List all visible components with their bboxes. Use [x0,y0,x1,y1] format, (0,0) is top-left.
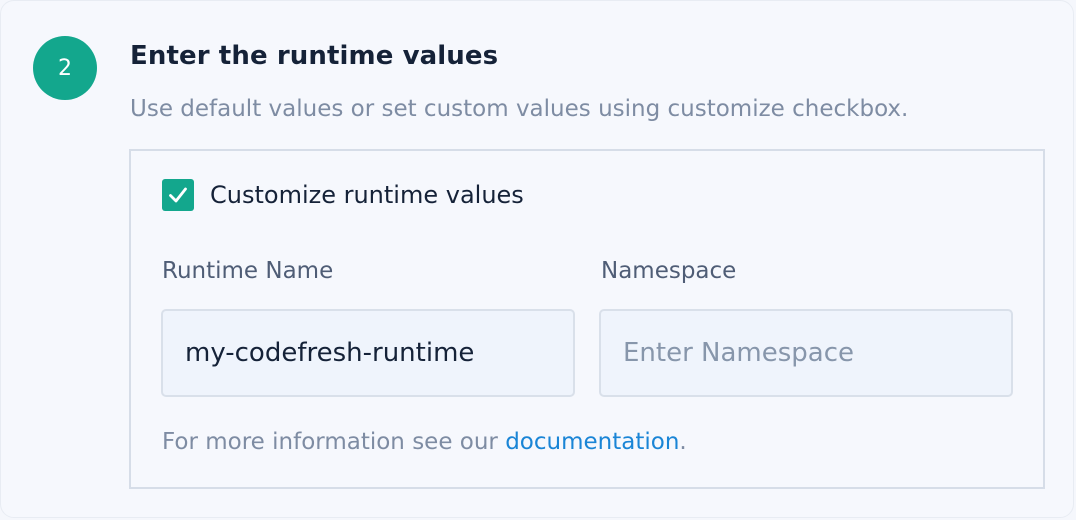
help-text: For more information see our documentati… [162,429,687,455]
documentation-link[interactable]: documentation [505,429,679,455]
namespace-input[interactable] [599,309,1013,397]
step-subtitle: Use default values or set custom values … [130,96,909,122]
check-icon [169,187,187,203]
runtime-values-step-card: 2 Enter the runtime values Use default v… [0,0,1074,518]
help-text-prefix: For more information see our [162,429,506,455]
step-number-badge: 2 [33,36,97,100]
step-title: Enter the runtime values [130,41,499,71]
customize-runtime-checkbox[interactable] [162,179,194,211]
namespace-label: Namespace [601,258,737,284]
runtime-name-label: Runtime Name [162,258,334,284]
runtime-name-input[interactable] [161,309,575,397]
runtime-values-panel: Customize runtime values Runtime Name Na… [129,149,1045,489]
customize-runtime-label[interactable]: Customize runtime values [210,181,524,209]
help-text-suffix: . [679,429,687,455]
